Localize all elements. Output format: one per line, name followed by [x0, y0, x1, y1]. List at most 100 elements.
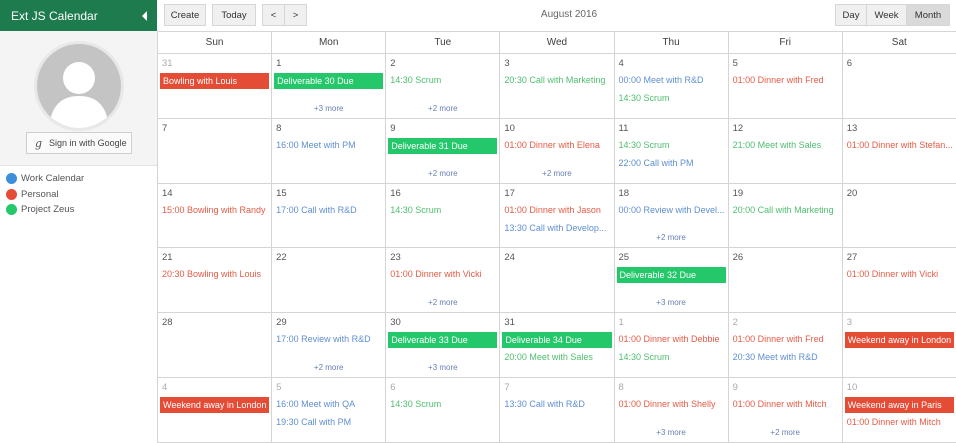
day-cell[interactable]: 4 Weekend away in London [157, 377, 272, 443]
day-cell[interactable]: 6 14:30 Scrum [385, 377, 500, 443]
day-cell[interactable]: 1 01:00 Dinner with Debbie 14:30 Scrum [613, 313, 728, 378]
timed-event[interactable]: 01:00 Dinner with Jason [502, 203, 611, 219]
timed-event[interactable]: 17:00 Call with R&D [274, 203, 383, 219]
day-cell[interactable]: 26 [727, 248, 842, 314]
timed-event[interactable]: 16:00 Meet with PM [274, 138, 383, 154]
day-cell[interactable]: 2 01:00 Dinner with Fred 20:30 Meet with R… [727, 313, 842, 378]
all-day-event[interactable]: Deliverable 31 Due [388, 137, 498, 154]
timed-event[interactable]: 01:00 Dinner with Vicki [845, 267, 954, 283]
timed-event[interactable]: 20:30 Bowling with Louis [160, 267, 269, 283]
calendar-item[interactable]: Work Calendar [0, 171, 157, 187]
caret-left-icon[interactable] [142, 10, 147, 21]
timed-event[interactable]: 13:30 Call with R&D [502, 397, 611, 413]
day-cell[interactable]: 29 17:00 Review with R&D +2 more [271, 313, 386, 378]
day-cell[interactable]: 28 [157, 313, 272, 378]
day-cell[interactable]: 8 16:00 Meet with PM [271, 118, 386, 184]
more-events-link[interactable]: +2 more [386, 104, 499, 113]
timed-event[interactable]: 00:00 Review with Devel... [617, 203, 726, 219]
all-day-event[interactable]: Deliverable 32 Due [616, 267, 726, 284]
more-events-link[interactable]: +2 more [729, 428, 842, 437]
day-cell[interactable]: 11 14:30 Scrum 22:00 Call with PM [613, 118, 728, 184]
day-cell[interactable]: 7 13:30 Call with R&D [499, 377, 614, 443]
timed-event[interactable]: 01:00 Dinner with Mitch [845, 415, 954, 431]
day-view-button[interactable]: Day [835, 4, 867, 26]
day-cell[interactable]: 9 Deliverable 31 Due +2 more [385, 118, 500, 184]
day-cell[interactable]: 27 01:00 Dinner with Vicki [841, 248, 956, 314]
day-cell[interactable]: 31 Bowling with Louis [157, 54, 272, 119]
timed-event[interactable]: 17:00 Review with R&D [274, 332, 383, 348]
timed-event[interactable]: 20:00 Meet with Sales [502, 350, 611, 366]
day-cell[interactable]: 5 01:00 Dinner with Fred [727, 54, 842, 119]
day-cell[interactable]: 3 Weekend away in London [841, 313, 956, 378]
all-day-event[interactable]: Weekend away in London [160, 396, 270, 413]
day-cell[interactable]: 19 20:00 Call with Marketing [727, 183, 842, 249]
day-cell[interactable]: 30 Deliverable 33 Due +3 more [385, 313, 500, 378]
more-events-link[interactable]: +2 more [386, 169, 499, 178]
timed-event[interactable]: 14:30 Scrum [617, 350, 726, 366]
day-cell[interactable]: 10 Weekend away in Paris 01:00 Dinner with… [841, 377, 956, 443]
day-cell[interactable]: 2 14:30 Scrum +2 more [385, 54, 500, 119]
more-events-link[interactable]: +2 more [500, 169, 613, 178]
timed-event[interactable]: 20:30 Meet with R&D [731, 350, 840, 366]
more-events-link[interactable]: +3 more [615, 298, 728, 307]
day-cell[interactable]: 6 [841, 54, 956, 119]
day-cell[interactable]: 4 00:00 Meet with R&D 14:30 Scrum [613, 54, 728, 119]
timed-event[interactable]: 01:00 Dinner with Mitch [731, 397, 840, 413]
calendar-item[interactable]: Personal [0, 187, 157, 203]
timed-event[interactable]: 14:30 Scrum [617, 138, 726, 154]
create-button[interactable]: Create [164, 4, 206, 26]
timed-event[interactable]: 14:30 Scrum [388, 73, 497, 89]
day-cell[interactable]: 7 [157, 118, 272, 184]
day-cell[interactable]: 9 01:00 Dinner with Mitch +2 more [727, 377, 842, 443]
day-cell[interactable]: 22 [271, 248, 386, 314]
day-cell[interactable]: 3 20:30 Call with Marketing [499, 54, 614, 119]
timed-event[interactable]: 01:00 Dinner with Debbie [617, 332, 726, 348]
day-cell[interactable]: 16 14:30 Scrum [385, 183, 500, 249]
all-day-event[interactable]: Bowling with Louis [160, 73, 270, 89]
day-cell[interactable]: 8 01:00 Dinner with Shelly +3 more [613, 377, 728, 443]
timed-event[interactable]: 01:00 Dinner with Elena [502, 138, 611, 154]
day-cell[interactable]: 13 01:00 Dinner with Stefan... [841, 118, 956, 184]
day-cell[interactable]: 31 Deliverable 34 Due 20:00 Meet with Sale… [499, 313, 614, 378]
timed-event[interactable]: 01:00 Dinner with Stefan... [845, 138, 954, 154]
google-sign-in-button[interactable]: g Sign in with Google [26, 132, 132, 154]
day-cell[interactable]: 21 20:30 Bowling with Louis [157, 248, 272, 314]
day-cell[interactable]: 1 Deliverable 30 Due +3 more [271, 54, 386, 119]
timed-event[interactable]: 01:00 Dinner with Vicki [388, 267, 497, 283]
day-cell[interactable]: 10 01:00 Dinner with Elena +2 more [499, 118, 614, 184]
timed-event[interactable]: 14:30 Scrum [388, 203, 497, 219]
all-day-event[interactable]: Weekend away in Paris [844, 396, 954, 413]
more-events-link[interactable]: +2 more [615, 233, 728, 242]
calendar-item[interactable]: Project Zeus [0, 202, 157, 218]
timed-event[interactable]: 13:30 Call with Develop... [502, 221, 611, 237]
all-day-event[interactable]: Deliverable 30 Due [274, 73, 384, 89]
timed-event[interactable]: 14:30 Scrum [617, 91, 726, 107]
day-cell[interactable]: 24 [499, 248, 614, 314]
next-button[interactable]: > [284, 4, 307, 26]
more-events-link[interactable]: +2 more [386, 298, 499, 307]
more-events-link[interactable]: +3 more [615, 428, 728, 437]
timed-event[interactable]: 14:30 Scrum [388, 397, 497, 413]
day-cell[interactable]: 23 01:00 Dinner with Vicki +2 more [385, 248, 500, 314]
timed-event[interactable]: 22:00 Call with PM [617, 156, 726, 172]
timed-event[interactable]: 01:00 Dinner with Fred [731, 73, 840, 89]
day-cell[interactable]: 17 01:00 Dinner with Jason 13:30 Call with… [499, 183, 614, 249]
all-day-event[interactable]: Deliverable 34 Due [502, 332, 612, 349]
day-cell[interactable]: 15 17:00 Call with R&D [271, 183, 386, 249]
timed-event[interactable]: 20:00 Call with Marketing [731, 203, 840, 219]
all-day-event[interactable]: Deliverable 33 Due [388, 332, 498, 349]
timed-event[interactable]: 20:30 Call with Marketing [502, 73, 611, 89]
all-day-event[interactable]: Weekend away in London [844, 332, 954, 349]
timed-event[interactable]: 16:00 Meet with QA [274, 397, 383, 413]
month-view-button[interactable]: Month [906, 4, 950, 26]
timed-event[interactable]: 01:00 Dinner with Shelly [617, 397, 726, 413]
day-cell[interactable]: 12 21:00 Meet with Sales [727, 118, 842, 184]
timed-event[interactable]: 15:00 Bowling with Randy [160, 203, 269, 219]
more-events-link[interactable]: +2 more [272, 363, 385, 372]
day-cell[interactable]: 25 Deliverable 32 Due +3 more [613, 248, 728, 314]
day-cell[interactable]: 5 16:00 Meet with QA 19:30 Call with PM [271, 377, 386, 443]
timed-event[interactable]: 21:00 Meet with Sales [731, 138, 840, 154]
day-cell[interactable]: 18 00:00 Review with Devel... +2 more [613, 183, 728, 249]
week-view-button[interactable]: Week [866, 4, 907, 26]
more-events-link[interactable]: +3 more [386, 363, 499, 372]
